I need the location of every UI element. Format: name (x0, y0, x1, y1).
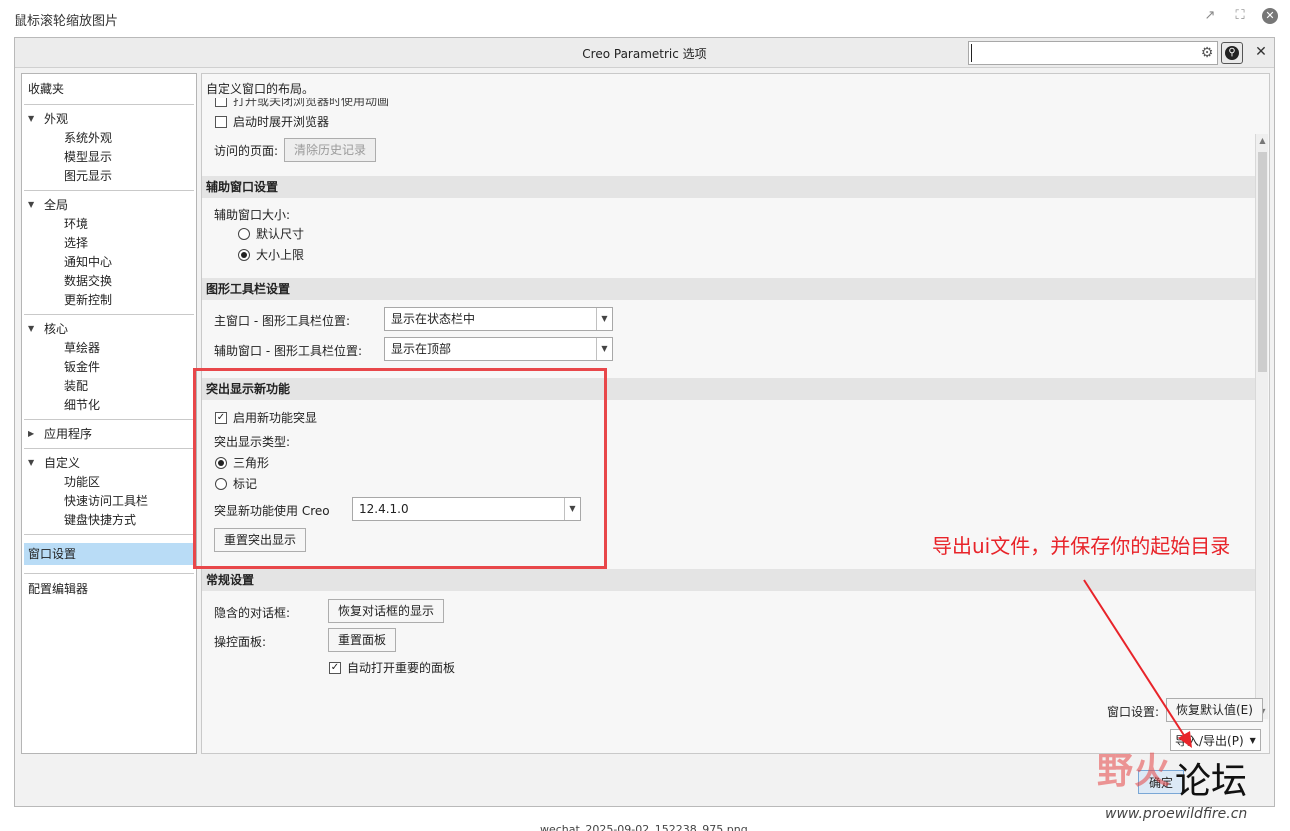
nav-item-favorites[interactable]: 收藏夹 (24, 78, 194, 100)
nav-item[interactable]: 数据交换 (24, 272, 194, 291)
radio[interactable] (238, 248, 250, 261)
reset-panel-button[interactable]: 重置面板 (328, 628, 397, 652)
annotation-text: 导出ui文件，并保存你的起始目录 (932, 534, 1231, 558)
fullscreen-icon[interactable]: ⛶ (1232, 8, 1248, 24)
search-icon: ⚲ (1225, 46, 1239, 60)
nav-item[interactable]: 功能区 (24, 473, 194, 492)
nav-item[interactable]: 草绘器 (24, 339, 194, 358)
section-general: 常规设置 (202, 569, 1255, 591)
watermark-forum: 论坛 (1175, 761, 1248, 802)
nav-group-customize: ▼ 自定义 功能区 快速访问工具栏 键盘快捷方式 (24, 449, 194, 535)
options-nav: 收藏夹 ▼ 外观 系统外观 模型显示 图元显示 ▼ 全局 环境 选择 通知中心 数据… (21, 73, 197, 754)
restore-defaults-button[interactable]: 恢复默认值(E) (1166, 698, 1263, 722)
checkbox[interactable] (215, 98, 227, 107)
image-viewer-bar: 鼠标滚轮缩放图片 ↗ ⛶ ✕ (0, 0, 1290, 36)
scroll-up-icon[interactable]: ▲ (1256, 134, 1269, 148)
nav-item-config-editor[interactable]: 配置编辑器 (24, 578, 194, 600)
checkbox[interactable]: ✓ (329, 661, 341, 674)
hidden-dialog-label: 隐含的对话框: (214, 606, 291, 620)
open-external-icon[interactable]: ↗ (1202, 8, 1218, 24)
clear-history-button[interactable]: 清除历史记录 (284, 138, 377, 162)
main-toolbar-select[interactable]: 显示在状态栏中 ▼ (384, 307, 613, 331)
option-expand-browser[interactable]: 启动时展开浏览器 (215, 113, 329, 130)
vertical-scrollbar[interactable]: ▲ ▼ (1255, 134, 1268, 719)
forum-watermark: 野火 论坛 www.proewildfire.cn (1085, 730, 1285, 825)
chevron-down-icon[interactable]: ▼ (596, 338, 612, 360)
nav-group-core: ▼ 核心 草绘器 钣金件 装配 细节化 (24, 315, 194, 420)
close-viewer-icon[interactable]: ✕ (1262, 8, 1278, 24)
nav-item[interactable]: 钣金件 (24, 358, 194, 377)
chevron-down-icon: ▼ (28, 458, 35, 467)
nav-group-appearance: ▼ 外观 系统外观 模型显示 图元显示 (24, 105, 194, 191)
nav-group-applications: ▶ 应用程序 (24, 420, 194, 449)
option-auto-open-panel[interactable]: ✓ 自动打开重要的面板 (329, 659, 455, 676)
scroll-thumb[interactable] (1258, 152, 1267, 372)
nav-item[interactable]: 选择 (24, 234, 194, 253)
nav-item-window-settings[interactable]: 窗口设置 (24, 543, 194, 565)
nav-group-header[interactable]: ▼ 自定义 (24, 453, 194, 473)
nav-item[interactable]: 更新控制 (24, 291, 194, 310)
main-toolbar-label: 主窗口 - 图形工具栏位置: (214, 314, 351, 328)
search-button[interactable]: ⚲ (1221, 42, 1243, 64)
nav-group-header[interactable]: ▼ 全局 (24, 195, 194, 215)
nav-item[interactable]: 图元显示 (24, 167, 194, 186)
radio[interactable] (238, 227, 250, 240)
highlight-annotation-box (193, 368, 607, 569)
chevron-down-icon: ▼ (28, 200, 35, 209)
nav-group-header[interactable]: ▶ 应用程序 (24, 424, 194, 444)
chevron-down-icon[interactable]: ▼ (596, 308, 612, 330)
watermark-url: www.proewildfire.cn (1105, 806, 1248, 822)
chevron-down-icon: ▼ (28, 324, 35, 333)
option-animate-browser[interactable]: 打开或关闭浏览器时使用动画 (215, 98, 389, 109)
aux-toolbar-select[interactable]: 显示在顶部 ▼ (384, 337, 613, 361)
restore-dialog-row: 恢复对话框的显示 (328, 599, 445, 623)
search-box[interactable]: ⚙ (968, 41, 1218, 65)
restore-dialog-button[interactable]: 恢复对话框的显示 (328, 599, 445, 623)
nav-item[interactable]: 细节化 (24, 396, 194, 415)
section-aux-window: 辅助窗口设置 (202, 176, 1255, 198)
nav-group-header[interactable]: ▼ 外观 (24, 109, 194, 129)
chevron-right-icon: ▶ (28, 429, 35, 438)
chevron-down-icon: ▼ (28, 114, 35, 123)
file-caption: wechat_2025-09-02_152238_975.png (540, 823, 748, 831)
checkbox[interactable] (215, 115, 227, 128)
radio-aux-default[interactable]: 默认尺寸 (238, 225, 304, 242)
content-description: 自定义窗口的布局。 (206, 82, 315, 96)
nav-item[interactable]: 模型显示 (24, 148, 194, 167)
nav-group-header[interactable]: ▼ 核心 (24, 319, 194, 339)
nav-item[interactable]: 装配 (24, 377, 194, 396)
dialog-titlebar: Creo Parametric 选项 ⚙ ⚲ ✕ (15, 38, 1274, 68)
restore-defaults-row: 恢复默认值(E) (1166, 698, 1263, 722)
nav-item[interactable]: 快速访问工具栏 (24, 492, 194, 511)
viewer-title: 鼠标滚轮缩放图片 (14, 14, 119, 29)
control-panel-label: 操控面板: (214, 635, 267, 649)
watermark-brand: 野火 (1097, 751, 1172, 792)
aux-toolbar-label: 辅助窗口 - 图形工具栏位置: (214, 344, 363, 358)
aux-size-label: 辅助窗口大小: (214, 208, 291, 222)
nav-item[interactable]: 通知中心 (24, 253, 194, 272)
nav-item[interactable]: 环境 (24, 215, 194, 234)
nav-item[interactable]: 系统外观 (24, 129, 194, 148)
search-input[interactable] (971, 44, 1191, 62)
radio-aux-max[interactable]: 大小上限 (238, 246, 304, 263)
reset-panel-row: 重置面板 (328, 628, 397, 652)
close-icon[interactable]: ✕ (1253, 44, 1269, 60)
viewer-controls: ↗ ⛶ ✕ (1202, 8, 1278, 24)
section-graphics-toolbar: 图形工具栏设置 (202, 278, 1255, 300)
nav-item[interactable]: 键盘快捷方式 (24, 511, 194, 530)
window-settings-footer-label: 窗口设置: (1107, 705, 1160, 719)
visited-pages-row: 访问的页面: 清除历史记录 (214, 138, 377, 162)
nav-group-global: ▼ 全局 环境 选择 通知中心 数据交换 更新控制 (24, 191, 194, 315)
gear-icon[interactable]: ⚙ (1199, 45, 1215, 61)
